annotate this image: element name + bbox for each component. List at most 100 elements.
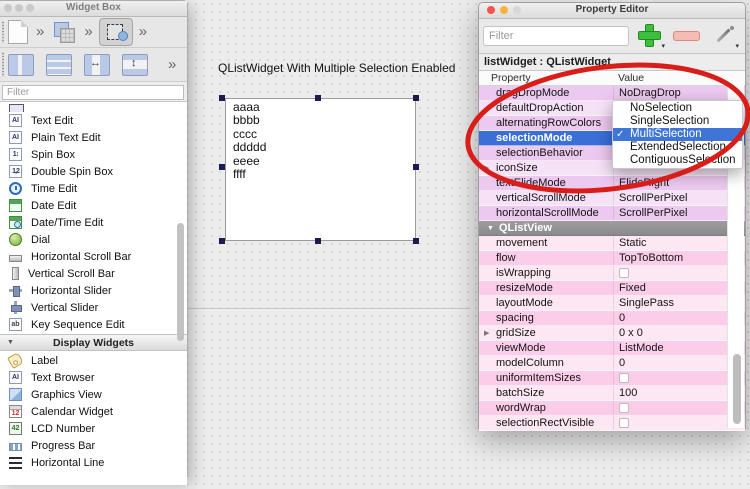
chevron-overflow-icon[interactable]: » — [168, 58, 176, 72]
chevron-overflow-icon[interactable]: » — [84, 25, 92, 39]
property-row-textelidemode[interactable]: textElideModeElideRight — [479, 176, 745, 191]
property-value[interactable]: NoDragDrop — [619, 86, 681, 101]
widget-item-spin-box[interactable]: Spin Box — [0, 146, 187, 163]
new-form-icon[interactable] — [8, 20, 28, 44]
property-filter-input[interactable] — [483, 26, 629, 46]
uniformitemsizes-checkbox[interactable] — [619, 373, 629, 383]
remove-dynamic-property-button[interactable] — [673, 29, 699, 41]
list-item-ddddd[interactable]: ddddd — [233, 141, 415, 154]
property-value[interactable]: Static — [619, 236, 647, 251]
widget-item-key-sequence-edit[interactable]: Key Sequence Edit — [0, 316, 187, 333]
property-row-verticalscrollmode[interactable]: verticalScrollModeScrollPerPixel — [479, 191, 745, 206]
dropdown-option-multiselection[interactable]: ✓MultiSelection — [613, 128, 742, 141]
qlistview-section-header[interactable]: ▼QListView — [479, 221, 745, 236]
layout-vertical-splitter-icon[interactable] — [122, 54, 148, 76]
property-value[interactable]: ElideRight — [619, 176, 669, 191]
property-value[interactable]: Fixed — [619, 281, 646, 296]
widget-item-horizontal-line[interactable]: Horizontal Line — [0, 454, 187, 471]
widget-box-titlebar[interactable]: Widget Box — [0, 1, 187, 17]
property-row-dragdropmode[interactable]: dragDropModeNoDragDrop — [479, 86, 745, 101]
widget-item-horizontal-slider[interactable]: Horizontal Slider — [0, 282, 187, 299]
property-row-spacing[interactable]: spacing0 — [479, 311, 745, 326]
widget-item-label[interactable]: Label — [0, 352, 187, 369]
configure-property-editor-button[interactable]: ▾ — [711, 23, 737, 49]
property-row-layoutmode[interactable]: layoutModeSinglePass — [479, 296, 745, 311]
layout-horizontal-splitter-icon[interactable] — [84, 54, 110, 76]
widget-item-plain-text-edit[interactable]: Plain Text Edit — [0, 129, 187, 146]
property-value[interactable]: 0 x 0 — [619, 326, 643, 341]
property-value[interactable]: ListMode — [619, 341, 664, 356]
layout-vertical-icon[interactable] — [8, 54, 34, 76]
widget-filter-input[interactable] — [2, 85, 184, 100]
property-row-resizemode[interactable]: resizeModeFixed — [479, 281, 745, 296]
list-item-eeee[interactable]: eeee — [233, 155, 415, 168]
property-row-gridsize[interactable]: ▶gridSize0 x 0 — [479, 326, 745, 341]
resize-handle-bottom-middle[interactable] — [315, 238, 321, 244]
expand-arrow-icon[interactable]: ▶ — [484, 326, 489, 341]
widget-list-scrollbar[interactable] — [177, 223, 184, 341]
property-row-horizontalscrollmode[interactable]: horizontalScrollModeScrollPerPixel — [479, 206, 745, 221]
chevron-overflow-icon[interactable]: » — [139, 25, 147, 39]
chevron-overflow-icon[interactable]: » — [36, 25, 44, 39]
widget-item-lcd-number[interactable]: LCD Number — [0, 420, 187, 437]
list-item-ffff[interactable]: ffff — [233, 168, 415, 181]
add-dynamic-property-button[interactable]: ▾ — [637, 23, 663, 49]
resize-handle-middle-right[interactable] — [413, 164, 419, 170]
widget-item-date-edit[interactable]: Date Edit — [0, 197, 187, 214]
resize-handle-middle-left[interactable] — [219, 164, 225, 170]
widget-item-vertical-slider[interactable]: Vertical Slider — [0, 299, 187, 316]
property-value[interactable]: ScrollPerPixel — [619, 206, 687, 221]
widget-item-horizontal-scroll-bar[interactable]: Horizontal Scroll Bar — [0, 248, 187, 265]
resize-handle-top-middle[interactable] — [315, 95, 321, 101]
toolbar-drag-handle[interactable] — [2, 52, 4, 77]
property-value[interactable]: 0 — [619, 356, 625, 371]
resize-handle-bottom-left[interactable] — [219, 238, 225, 244]
preview-widgets-icon[interactable] — [52, 21, 76, 43]
resize-handle-top-right[interactable] — [413, 95, 419, 101]
form-caption-label[interactable]: QListWidget With Multiple Selection Enab… — [218, 61, 455, 75]
property-row-movement[interactable]: movementStatic — [479, 236, 745, 251]
property-row-selectionrectvisible[interactable]: selectionRectVisible — [479, 416, 745, 431]
property-row-wordwrap[interactable]: wordWrap — [479, 401, 745, 416]
property-row-iswrapping[interactable]: isWrapping — [479, 266, 745, 281]
resize-handle-top-left[interactable] — [219, 95, 225, 101]
list-item-bbbb[interactable]: bbbb — [233, 114, 415, 127]
property-table-scrollbar[interactable] — [733, 354, 741, 424]
dropdown-option-extendedselection[interactable]: ExtendedSelection — [613, 141, 742, 154]
dropdown-option-singleselection[interactable]: SingleSelection — [613, 115, 742, 128]
dropdown-option-contiguousselection[interactable]: ContiguousSelection — [613, 154, 742, 167]
widget-item-graphics-view[interactable]: Graphics View — [0, 386, 187, 403]
property-value[interactable]: ScrollPerPixel — [619, 191, 687, 206]
wordwrap-checkbox[interactable] — [619, 403, 629, 413]
resize-handle-bottom-right[interactable] — [413, 238, 419, 244]
expand-arrow-icon[interactable]: ▶ — [484, 161, 489, 176]
widget-item-calendar-widget[interactable]: Calendar Widget — [0, 403, 187, 420]
property-row-uniformitemsizes[interactable]: uniformItemSizes — [479, 371, 745, 386]
property-row-modelcolumn[interactable]: modelColumn0 — [479, 356, 745, 371]
edit-widgets-button[interactable] — [99, 18, 133, 46]
display-widgets-section-header[interactable]: ▼Display Widgets — [0, 334, 187, 351]
widget-item-progress-bar[interactable]: Progress Bar — [0, 437, 187, 454]
selectionrectvisible-checkbox[interactable] — [619, 418, 629, 428]
widget-item-double-spin-box[interactable]: Double Spin Box — [0, 163, 187, 180]
property-row-batchsize[interactable]: batchSize100 — [479, 386, 745, 401]
list-item-cccc[interactable]: cccc — [233, 128, 415, 141]
property-row-viewmode[interactable]: viewModeListMode — [479, 341, 745, 356]
property-value[interactable]: SinglePass — [619, 296, 674, 311]
widget-item-text-browser[interactable]: Text Browser — [0, 369, 187, 386]
dropdown-option-noselection[interactable]: NoSelection — [613, 102, 742, 115]
layout-horizontal-icon[interactable] — [46, 54, 72, 76]
list-item-aaaa[interactable]: aaaa — [233, 101, 415, 114]
toolbar-drag-handle[interactable] — [2, 21, 4, 43]
property-value[interactable]: TopToBottom — [619, 251, 683, 266]
list-widget[interactable]: aaaabbbbccccdddddeeeeffff — [225, 98, 416, 241]
widget-item-date-time-edit[interactable]: Date/Time Edit — [0, 214, 187, 231]
property-value[interactable]: 0 — [619, 311, 625, 326]
property-editor-titlebar[interactable]: Property Editor — [479, 3, 745, 19]
property-value[interactable]: 100 — [619, 386, 637, 401]
iswrapping-checkbox[interactable] — [619, 268, 629, 278]
widget-item-dial[interactable]: Dial — [0, 231, 187, 248]
widget-item-text-edit[interactable]: Text Edit — [0, 112, 187, 129]
property-row-flow[interactable]: flowTopToBottom — [479, 251, 745, 266]
widget-item-time-edit[interactable]: Time Edit — [0, 180, 187, 197]
